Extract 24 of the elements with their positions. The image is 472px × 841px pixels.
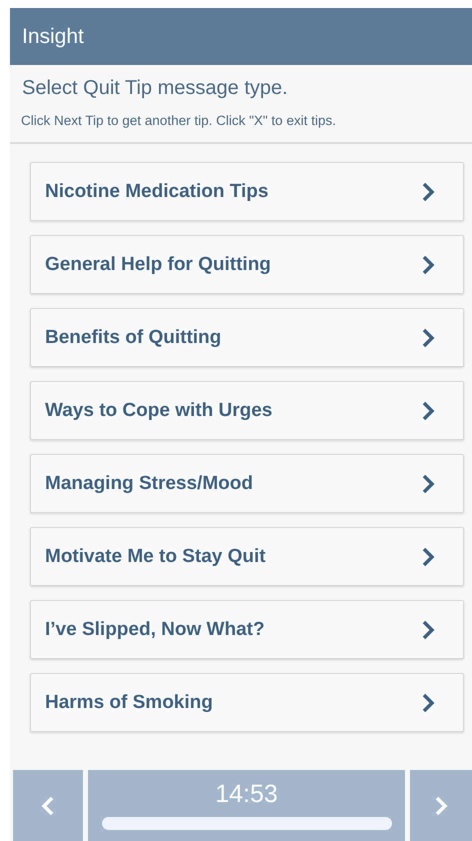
app-title-bar: Insight <box>10 8 472 65</box>
tip-type-button[interactable]: General Help for Quitting <box>30 235 464 294</box>
chevron-right-icon <box>421 328 435 348</box>
chevron-right-icon <box>421 620 435 640</box>
time-text: 14:53 <box>215 780 278 809</box>
tip-type-button[interactable]: Managing Stress/Mood <box>30 454 464 513</box>
chevron-left-icon <box>41 796 55 816</box>
chevron-right-icon <box>421 692 435 712</box>
tip-type-button[interactable]: I’ve Slipped, Now What? <box>30 600 464 659</box>
tip-type-button[interactable]: Harms of Smoking <box>30 673 464 732</box>
prompt-text: Select Quit Tip message type. <box>22 77 289 100</box>
tip-type-button[interactable]: Nicotine Medication Tips <box>30 162 464 221</box>
tip-type-button[interactable]: Benefits of Quitting <box>30 308 464 367</box>
previous-button[interactable] <box>13 770 83 841</box>
chevron-right-icon <box>421 400 435 420</box>
chevron-right-icon <box>434 796 448 816</box>
hint-text: Click Next Tip to get another tip. Click "X" to exit tips. <box>21 113 337 128</box>
tip-type-button[interactable]: Motivate Me to Stay Quit <box>30 527 464 586</box>
tip-type-button[interactable]: Ways to Cope with Urges <box>30 381 464 440</box>
chevron-right-icon <box>421 474 435 494</box>
chevron-right-icon <box>421 254 435 274</box>
next-button[interactable] <box>410 770 472 841</box>
chevron-right-icon <box>421 546 435 566</box>
chevron-right-icon <box>421 182 435 202</box>
